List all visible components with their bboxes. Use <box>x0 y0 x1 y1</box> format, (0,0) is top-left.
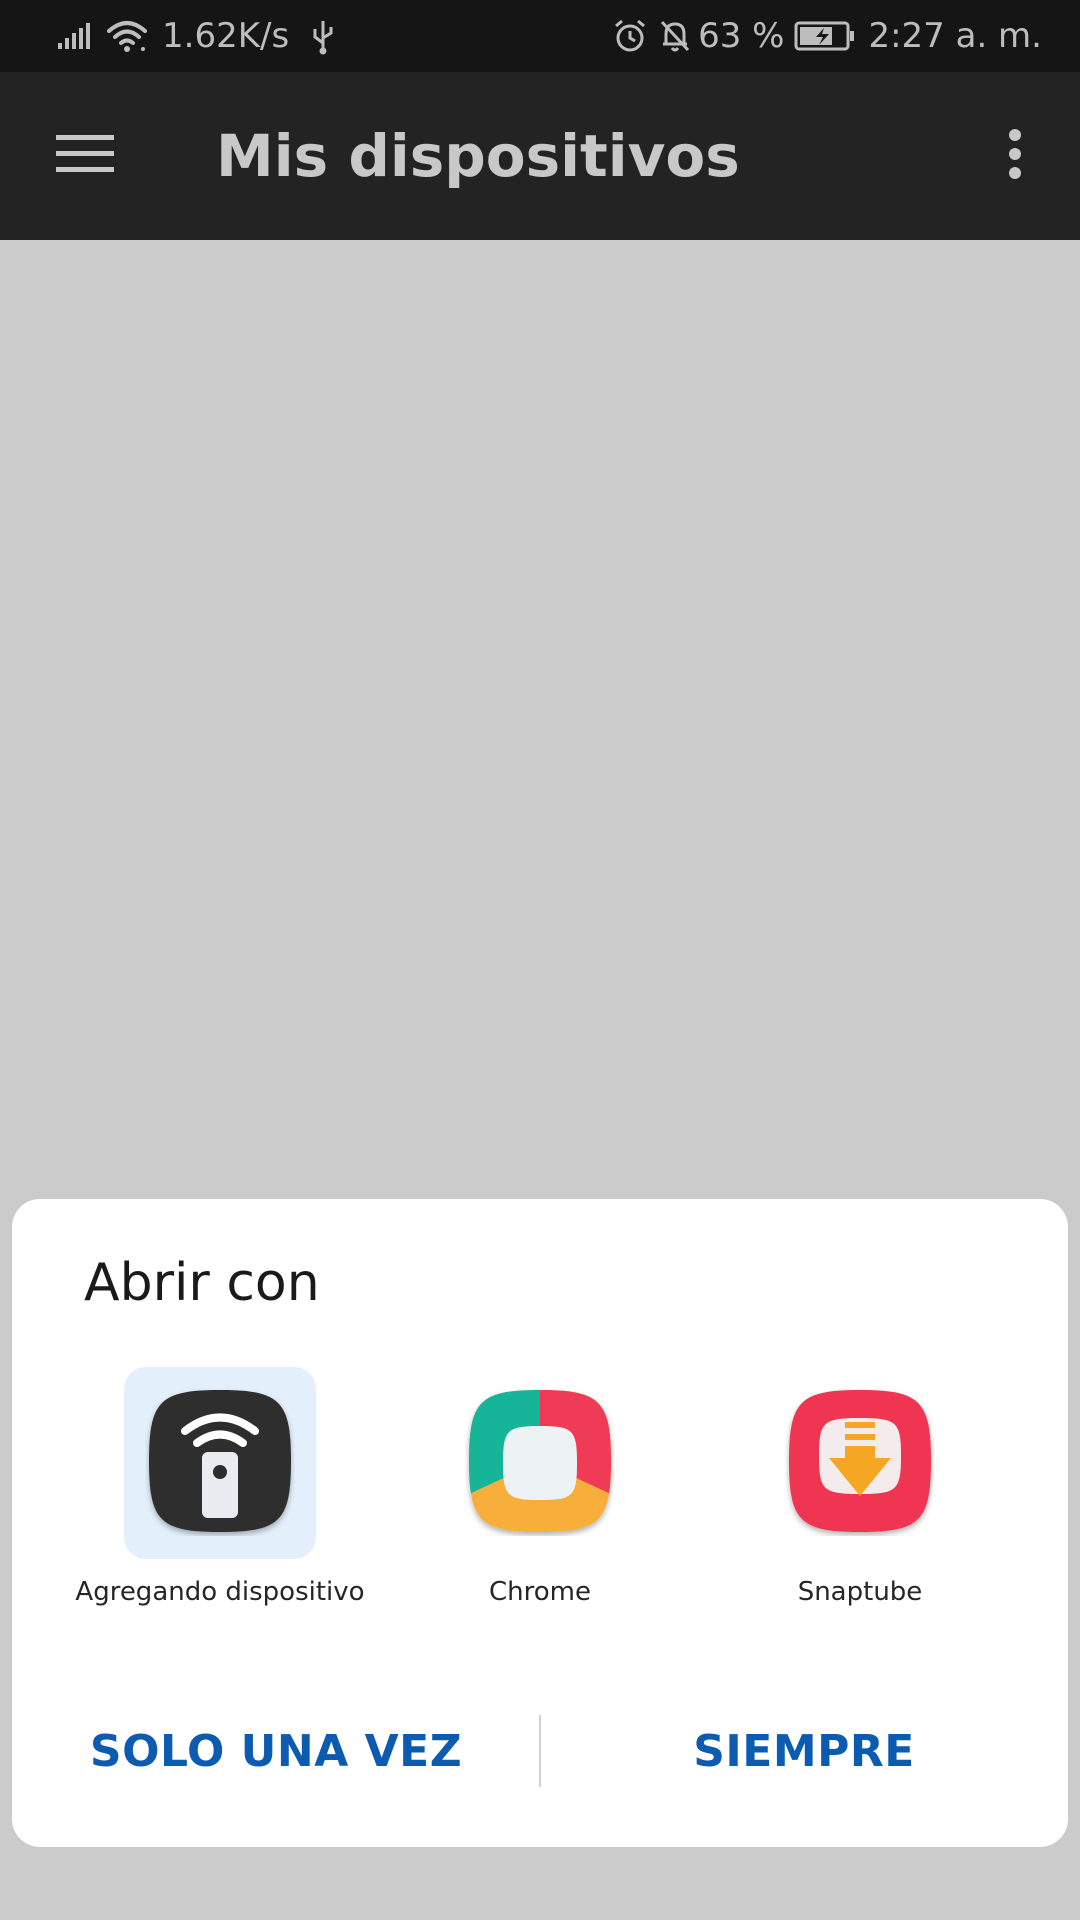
more-vert-icon <box>1008 128 1022 185</box>
net-speed: 1.62K/s <box>162 16 290 56</box>
status-bar: 1.62K/s 63 % 2:27 a. m. <box>0 0 1080 72</box>
app-option-label: Snaptube <box>797 1577 923 1607</box>
page-title: Mis dispositivos <box>216 122 740 190</box>
screen: 1.62K/s 63 % 2:27 a. m. Mis dispositivos… <box>0 0 1080 1920</box>
menu-button[interactable] <box>40 116 130 196</box>
wifi-icon <box>106 19 148 53</box>
signal-icon <box>56 21 92 51</box>
app-bar: Mis dispositivos <box>0 72 1080 240</box>
app-option-icon-wrap <box>124 1367 316 1559</box>
overflow-menu-button[interactable] <box>990 116 1040 196</box>
battery-percent: 63 % <box>698 16 785 56</box>
alarm-icon <box>612 18 648 54</box>
snaptube-app-icon <box>785 1386 935 1541</box>
dialog-actions: SOLO UNA VEZ SIEMPRE <box>12 1715 1068 1787</box>
app-option-agregando-dispositivo[interactable]: Agregando dispositivo <box>60 1367 380 1607</box>
bell-off-icon <box>658 18 692 54</box>
status-right: 63 % 2:27 a. m. <box>612 0 1042 72</box>
app-option-icon-wrap <box>444 1367 636 1559</box>
status-left: 1.62K/s <box>56 0 335 72</box>
chrome-app-icon <box>465 1386 615 1541</box>
dialog-title: Abrir con <box>84 1253 320 1313</box>
clock: 2:27 a. m. <box>868 16 1042 56</box>
always-button[interactable]: SIEMPRE <box>540 1715 1068 1787</box>
app-option-snaptube[interactable]: Snaptube <box>700 1367 1020 1607</box>
battery-charging-icon <box>794 21 856 51</box>
usb-icon <box>311 17 335 55</box>
open-with-dialog: Abrir con Agregando dispositivo Chrome S… <box>12 1199 1068 1847</box>
remote-wifi-app-icon <box>145 1386 295 1541</box>
hamburger-menu-icon <box>56 133 114 180</box>
app-option-icon-wrap <box>764 1367 956 1559</box>
app-option-label: Chrome <box>489 1577 591 1607</box>
app-option-chrome[interactable]: Chrome <box>380 1367 700 1607</box>
app-option-label: Agregando dispositivo <box>75 1577 365 1607</box>
just-once-button[interactable]: SOLO UNA VEZ <box>12 1715 540 1787</box>
